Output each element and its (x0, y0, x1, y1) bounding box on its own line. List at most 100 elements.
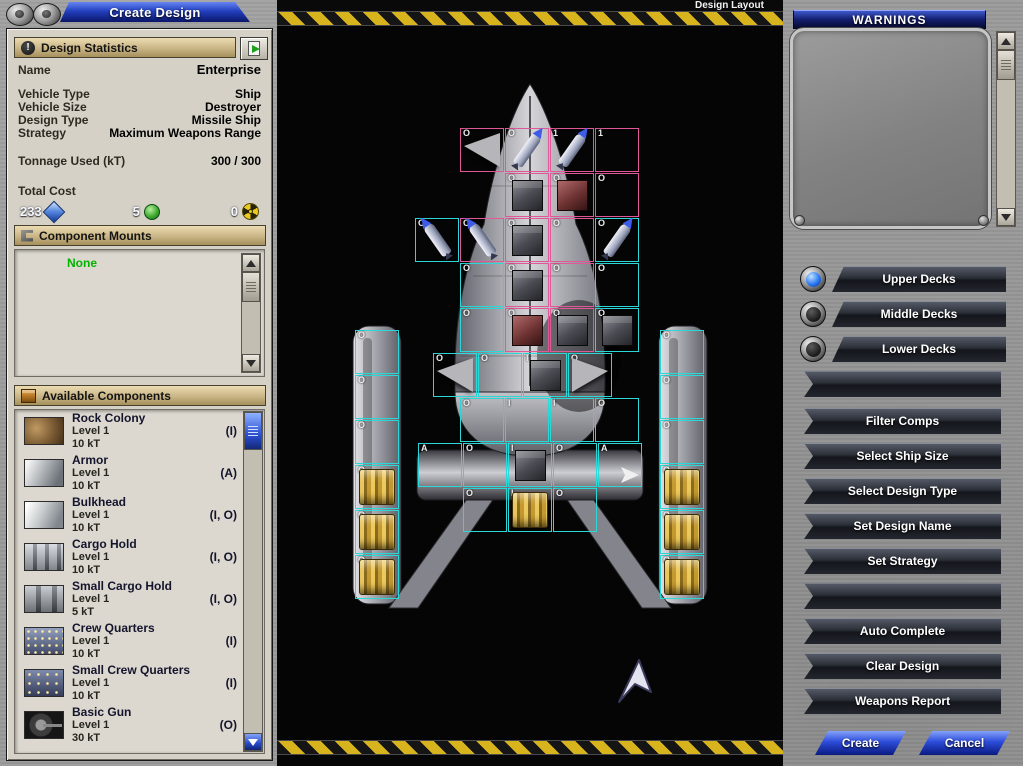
deck-bar-upper-decks[interactable]: Upper Decks (832, 266, 1006, 292)
layout-cell[interactable]: I (505, 398, 549, 442)
layout-cell[interactable]: O (550, 308, 594, 352)
deck-radio-upper-decks[interactable] (800, 266, 826, 292)
design-statistics-block: Name Enterprise Vehicle TypeShipVehicle … (18, 63, 261, 220)
layout-cell[interactable]: I (523, 353, 567, 397)
layout-cell[interactable]: O (460, 308, 504, 352)
layout-cell[interactable]: O (660, 510, 704, 554)
layout-cell[interactable]: O (660, 375, 704, 419)
layout-cell[interactable]: O (355, 510, 399, 554)
component-mounts-list[interactable]: None (14, 249, 265, 377)
action-select-ship-size[interactable]: Select Ship Size (804, 443, 1001, 469)
layout-cell[interactable]: I (550, 398, 594, 442)
components-list[interactable]: Rock ColonyLevel 110 kT(I)ArmorLevel 110… (14, 409, 265, 754)
layout-cell[interactable]: O (463, 443, 507, 487)
cancel-button[interactable]: Cancel (919, 731, 1010, 755)
component-row[interactable]: Cargo HoldLevel 110 kT(I, O) (15, 536, 264, 578)
cell-slot-letter: O (663, 330, 670, 340)
missile-component-icon (602, 222, 632, 258)
stat-row: StrategyMaximum Weapons Range (18, 127, 261, 140)
component-row[interactable]: ArmorLevel 110 kT(A) (15, 452, 264, 494)
layout-cell[interactable]: O (355, 420, 399, 464)
layout-cell[interactable]: O (553, 488, 597, 532)
layout-cell[interactable]: O (355, 555, 399, 599)
layout-cell[interactable]: O (478, 353, 522, 397)
layout-cell[interactable]: A (598, 443, 642, 487)
action-select-design-type[interactable]: Select Design Type (804, 478, 1001, 504)
layout-cell[interactable]: A (418, 443, 462, 487)
component-level: Level 1 (72, 425, 240, 438)
layout-cell[interactable]: O (550, 263, 594, 307)
layout-cell[interactable]: O (460, 218, 504, 262)
layout-cell[interactable]: O (660, 330, 704, 374)
deck-bar-lower-decks[interactable]: Lower Decks (832, 336, 1006, 362)
component-row[interactable]: Small Crew QuartersLevel 110 kT(I) (15, 662, 264, 704)
warnings-list[interactable] (790, 28, 991, 229)
action-set-design-name[interactable]: Set Design Name (804, 513, 1001, 539)
layout-cell[interactable]: O (505, 263, 549, 307)
layout-cell[interactable]: O (595, 173, 639, 217)
mounts-scroll-down-button[interactable] (242, 354, 260, 372)
layout-cell[interactable]: O (595, 263, 639, 307)
layout-cell[interactable]: O (460, 128, 504, 172)
components-scrollbar[interactable] (243, 411, 263, 752)
layout-cell[interactable]: I (508, 443, 552, 487)
layout-cell[interactable]: O (355, 465, 399, 509)
component-row[interactable]: Rock ColonyLevel 110 kT(I) (15, 410, 264, 452)
layout-cell[interactable]: O (595, 308, 639, 352)
component-row[interactable]: Small Cargo HoldLevel 15 kT(I, O) (15, 578, 264, 620)
design-canvas[interactable]: OO11OOOOOOOOOOOOOOOOOOIOOIIOAOIOAOIOOOOO… (277, 26, 783, 740)
layout-cell[interactable]: O (355, 330, 399, 374)
action-set-strategy[interactable]: Set Strategy (804, 548, 1001, 574)
create-button[interactable]: Create (815, 731, 906, 755)
layout-cell[interactable]: O (550, 218, 594, 262)
layout-cell[interactable]: O (660, 465, 704, 509)
action-filter-comps[interactable]: Filter Comps (804, 408, 1001, 434)
cell-slot-letter: O (481, 353, 488, 363)
warnings-scroll-up-button[interactable] (997, 32, 1015, 50)
layout-cell[interactable]: O (553, 443, 597, 487)
layout-cell[interactable]: O (568, 353, 612, 397)
warnings-scrollbar[interactable] (996, 31, 1016, 227)
mounts-scroll-thumb[interactable] (242, 272, 260, 302)
deck-bar-middle-decks[interactable]: Middle Decks (832, 301, 1006, 327)
deck-radio-middle-decks[interactable] (800, 301, 826, 327)
component-thumbnail (24, 627, 64, 655)
window-knob-1[interactable] (6, 3, 34, 26)
layout-cell[interactable]: 1 (550, 128, 594, 172)
action-weapons-report[interactable]: Weapons Report (804, 688, 1001, 714)
component-row[interactable]: Crew QuartersLevel 110 kT(I) (15, 620, 264, 662)
window-knob-2[interactable] (33, 3, 61, 26)
mounts-scrollbar[interactable] (241, 253, 261, 373)
layout-cell[interactable]: O (505, 128, 549, 172)
component-thumbnail (24, 501, 64, 529)
components-scroll-thumb[interactable] (244, 412, 262, 450)
component-row[interactable]: Basic GunLevel 130 kT(O) (15, 704, 264, 746)
layout-cell[interactable]: O (595, 218, 639, 262)
layout-cell[interactable]: O (415, 218, 459, 262)
layout-cell[interactable]: O (463, 488, 507, 532)
layout-cell[interactable]: O (660, 420, 704, 464)
action-clear-design[interactable]: Clear Design (804, 653, 1001, 679)
deck-radio-lower-decks[interactable] (800, 336, 826, 362)
layout-cell[interactable]: O (505, 218, 549, 262)
layout-cell[interactable]: O (505, 173, 549, 217)
layout-cell[interactable]: O (355, 375, 399, 419)
layout-cell[interactable]: O (660, 555, 704, 599)
layout-cell[interactable]: O (433, 353, 477, 397)
component-row[interactable]: BulkheadLevel 110 kT(I, O) (15, 494, 264, 536)
layout-cell[interactable]: O (505, 308, 549, 352)
layout-cell[interactable]: I (508, 488, 552, 532)
warnings-scroll-down-button[interactable] (997, 208, 1015, 226)
layout-cell[interactable]: 1 (595, 128, 639, 172)
components-scroll-down-button[interactable] (244, 733, 262, 751)
layout-cell[interactable]: O (550, 173, 594, 217)
mounts-scroll-up-button[interactable] (242, 254, 260, 272)
action-auto-complete[interactable]: Auto Complete (804, 618, 1001, 644)
layout-cell[interactable]: O (595, 398, 639, 442)
layout-cell[interactable]: O (460, 398, 504, 442)
layout-cell[interactable]: O (460, 263, 504, 307)
warnings-scroll-thumb[interactable] (997, 50, 1015, 80)
export-design-button[interactable] (240, 37, 268, 60)
tonnage-label: Tonnage Used (kT) (18, 155, 125, 168)
component-thumbnail (24, 459, 64, 487)
